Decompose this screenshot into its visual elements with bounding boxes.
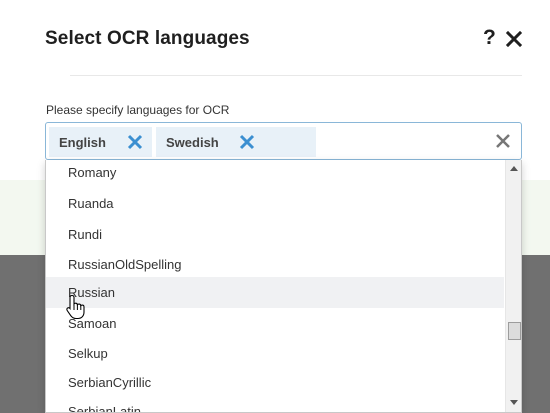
option-romany[interactable]: Romany (46, 160, 504, 188)
option-selkup[interactable]: Selkup (46, 338, 504, 369)
language-dropdown[interactable]: Romany Ruanda Rundi RussianOldSpelling R… (45, 160, 522, 413)
option-russianoldspelling[interactable]: RussianOldSpelling (46, 249, 504, 280)
option-ruanda[interactable]: Ruanda (46, 188, 504, 219)
scroll-thumb[interactable] (508, 322, 521, 340)
selected-tag-swedish: Swedish (156, 127, 316, 157)
tag-label: English (59, 135, 106, 150)
dialog-title: Select OCR languages (45, 28, 250, 49)
field-label: Please specify languages for OCR (46, 103, 230, 117)
tag-label: Swedish (166, 135, 219, 150)
option-russian[interactable]: Russian (46, 277, 504, 308)
scroll-up-arrow-icon[interactable] (510, 166, 518, 171)
dropdown-scrollbar[interactable] (505, 160, 521, 412)
option-samoan[interactable]: Samoan (46, 308, 504, 339)
scroll-down-arrow-icon[interactable] (510, 400, 518, 405)
remove-swedish-icon[interactable] (239, 134, 255, 150)
option-serbiancyrillic[interactable]: SerbianCyrillic (46, 367, 504, 398)
option-serbianlatin[interactable]: SerbianLatin (46, 396, 504, 412)
selected-tag-english: English (49, 127, 152, 157)
language-select[interactable]: English Swedish (45, 122, 522, 160)
close-button[interactable] (504, 25, 526, 51)
remove-english-icon[interactable] (127, 134, 143, 150)
header-divider (70, 75, 522, 76)
clear-all-icon[interactable] (495, 133, 511, 149)
help-button[interactable]: ? (483, 25, 501, 51)
close-icon (506, 31, 522, 47)
dialog-header: Select OCR languages ? (45, 22, 525, 62)
option-rundi[interactable]: Rundi (46, 219, 504, 250)
